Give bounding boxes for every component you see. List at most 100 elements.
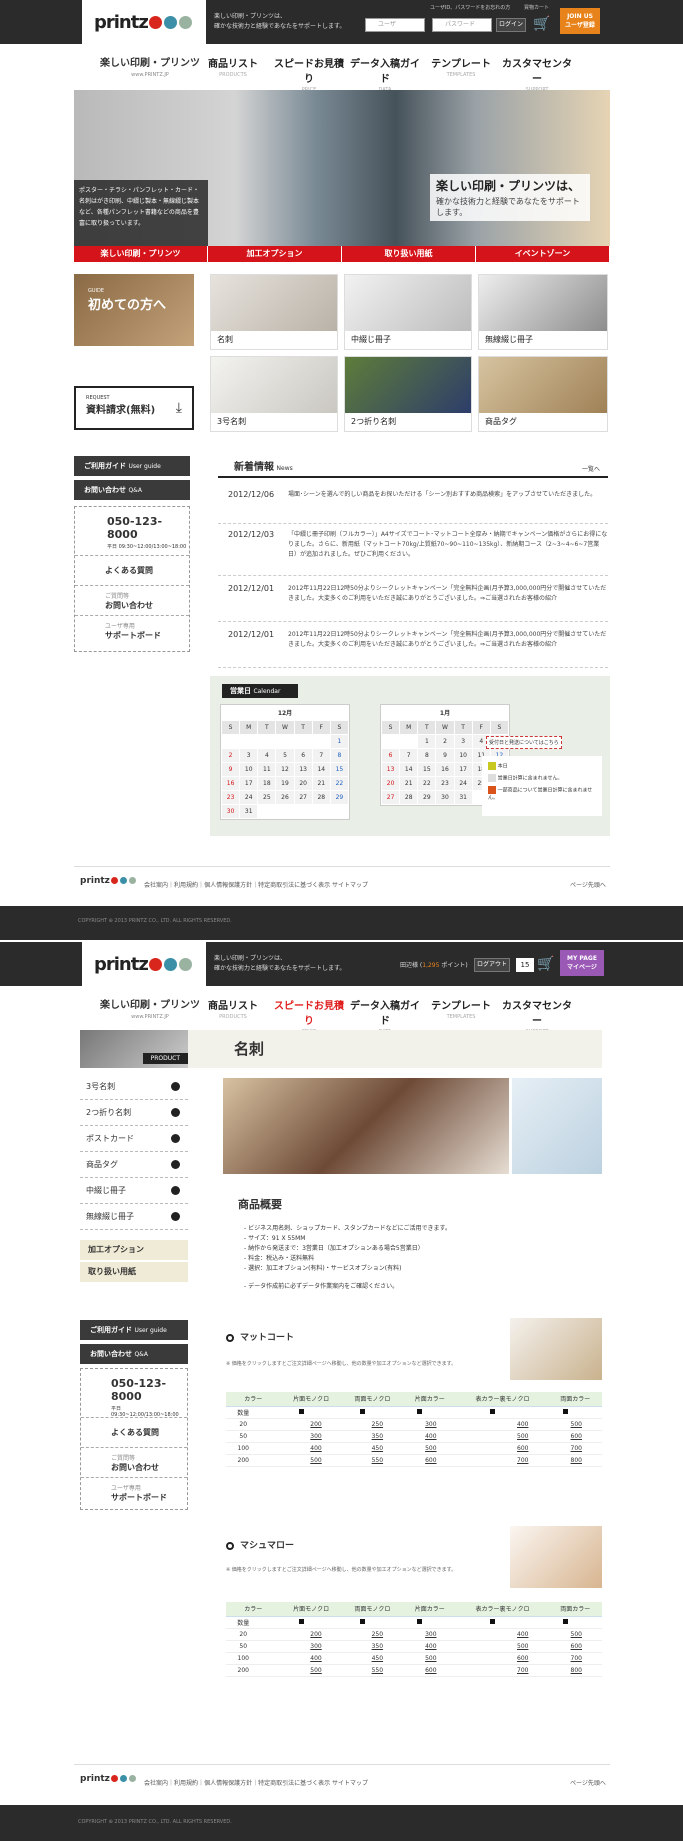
price-link[interactable]: 500 [403, 1652, 457, 1665]
price-link[interactable]: 500 [456, 1430, 549, 1443]
price-link[interactable]: 500 [456, 1640, 549, 1653]
price-link[interactable]: 400 [403, 1640, 457, 1653]
logo-2[interactable]: printz [82, 942, 206, 986]
guide-button[interactable]: ご利用ガイド User guide [74, 456, 190, 476]
product-tile[interactable]: 商品タグ [478, 356, 608, 432]
news-text[interactable]: 2012年11月22日12時50分よりシークレットキャンペーン「完全無料企画(月… [288, 584, 608, 621]
nav-templates[interactable]: テンプレート TEMPLATES [423, 55, 499, 93]
footer-link[interactable]: 特定商取引法に基づく表示 [258, 882, 330, 889]
price-link[interactable]: 400 [456, 1418, 549, 1431]
price-link[interactable]: 700 [456, 1664, 549, 1677]
contact-button[interactable]: お問い合わせ Q&A [74, 480, 190, 500]
price-link[interactable]: 500 [548, 1418, 602, 1431]
price-link[interactable]: 600 [403, 1664, 457, 1677]
price-link[interactable]: 700 [456, 1454, 549, 1467]
nav-price[interactable]: スピードお見積りPRICE [271, 55, 347, 93]
price-link[interactable]: 200 [280, 1628, 342, 1641]
price-link[interactable]: 600 [548, 1640, 602, 1653]
price-link[interactable]: 400 [280, 1652, 342, 1665]
back-to-top-2[interactable]: ページ先頭へ [570, 1778, 606, 1787]
brand-nav[interactable]: 楽しい印刷・プリンツ www.PRINTZ.JP [100, 54, 200, 78]
category-item[interactable]: 2つ折り名刺 [80, 1100, 188, 1126]
contact-button-2[interactable]: お問い合わせ Q&A [80, 1344, 188, 1364]
faq-link[interactable]: よくある質問 [81, 1417, 187, 1447]
price-link[interactable]: 500 [280, 1454, 342, 1467]
footer-link[interactable]: 個人情報保護方針 [204, 882, 252, 889]
password-input[interactable]: パスワード [432, 18, 492, 32]
category-item[interactable]: ポストカード [80, 1126, 188, 1152]
footer-link[interactable]: サイトマップ [332, 1780, 368, 1787]
back-to-top[interactable]: ページ先頭へ [570, 880, 606, 889]
price-link[interactable]: 600 [456, 1652, 549, 1665]
inquiry-link[interactable]: ご質問等 お問い合わせ [75, 585, 189, 615]
cart-icon-2[interactable]: 🛒 [537, 956, 554, 972]
user-input[interactable]: ユーザ [365, 18, 425, 32]
logout-button[interactable]: ログアウト [474, 958, 510, 972]
price-link[interactable]: 550 [341, 1454, 404, 1467]
nav-support[interactable]: カスタマセンターSUPPORT [499, 55, 575, 93]
product-tile[interactable]: 2つ折り名刺 [344, 356, 472, 432]
news-more-link[interactable]: 一覧へ [582, 464, 600, 473]
price-link[interactable]: 500 [403, 1442, 457, 1455]
inquiry-link[interactable]: ご質問等 お問い合わせ [81, 1447, 187, 1477]
hero-tab-paper[interactable]: 取り扱い用紙 [342, 246, 476, 262]
join-button[interactable]: JOIN US ユーザ登録 [560, 8, 600, 34]
footer-logo[interactable]: printz [80, 876, 136, 886]
price-link[interactable]: 250 [341, 1628, 404, 1641]
price-link[interactable]: 500 [548, 1628, 602, 1641]
footer-link[interactable]: 会社案内 [144, 1780, 168, 1787]
footer-link[interactable]: 会社案内 [144, 882, 168, 889]
cart-icon[interactable]: 🛒 [533, 16, 550, 32]
price-link[interactable]: 550 [341, 1664, 404, 1677]
news-text[interactable]: 場面･シーンを選んで的しい商品をお探いただける「シーン別おすすめ商品検索」をアッ… [288, 490, 608, 523]
product-tile[interactable]: 名刺 [210, 274, 338, 350]
faq-link[interactable]: よくある質問 [75, 555, 189, 585]
shipping-note[interactable]: 受付日と発送についてはこちら [486, 736, 562, 749]
price-link[interactable]: 450 [341, 1652, 404, 1665]
price-link[interactable]: 400 [280, 1442, 342, 1455]
paper-link[interactable]: 取り扱い用紙 [80, 1262, 188, 1282]
footer-logo-2[interactable]: printz [80, 1774, 136, 1784]
price-link[interactable]: 300 [280, 1640, 342, 1653]
guide-banner[interactable]: GUIDE 初めての方へ [74, 274, 194, 346]
brand-nav-2[interactable]: 楽しい印刷・プリンツ www.PRINTZ.JP [100, 996, 200, 1020]
price-link[interactable]: 200 [280, 1418, 342, 1431]
price-link[interactable]: 250 [341, 1418, 404, 1431]
price-link[interactable]: 600 [456, 1442, 549, 1455]
price-link[interactable]: 300 [403, 1628, 457, 1641]
category-item[interactable]: 商品タグ [80, 1152, 188, 1178]
overview-note[interactable]: - データ作成前に必ずデータ作業案内をご確認ください。 [244, 1282, 451, 1292]
footer-link[interactable]: 利用規約 [174, 1780, 198, 1787]
footer-link[interactable]: 特定商取引法に基づく表示 [258, 1780, 330, 1787]
request-button[interactable]: REQUEST 資料請求(無料) ⤓ [74, 386, 194, 430]
login-hint[interactable]: ユーザID、パスワードをお忘れの方 [430, 4, 510, 11]
product-tile[interactable]: 無線綴じ冊子 [478, 274, 608, 350]
cart-count[interactable]: 15 [516, 958, 534, 972]
price-link[interactable]: 800 [548, 1454, 602, 1467]
price-link[interactable]: 500 [280, 1664, 342, 1677]
option-link[interactable]: 加工オプション [80, 1240, 188, 1260]
nav-products[interactable]: 商品リスト PRODUCTS [195, 55, 271, 93]
price-link[interactable]: 300 [403, 1418, 457, 1431]
category-item[interactable]: 3号名刺 [80, 1074, 188, 1100]
product-tile[interactable]: 中綴じ冊子 [344, 274, 472, 350]
footer-link[interactable]: サイトマップ [332, 882, 368, 889]
footer-link[interactable]: 利用規約 [174, 882, 198, 889]
price-link[interactable]: 450 [341, 1442, 404, 1455]
product-tile[interactable]: 3号名刺 [210, 356, 338, 432]
price-link[interactable]: 350 [341, 1430, 404, 1443]
price-link[interactable]: 400 [456, 1628, 549, 1641]
logo[interactable]: printz [82, 0, 206, 44]
footer-link[interactable]: 個人情報保護方針 [204, 1780, 252, 1787]
login-button[interactable]: ログイン [496, 18, 526, 32]
price-link[interactable]: 300 [280, 1430, 342, 1443]
price-link[interactable]: 700 [548, 1442, 602, 1455]
price-link[interactable]: 700 [548, 1652, 602, 1665]
news-text[interactable]: 「中綴じ冊子印刷（フルカラー）」A4サイズでコート･マットコート全厚み・納期でキ… [288, 530, 608, 575]
hero-tab-options[interactable]: 加工オプション [208, 246, 342, 262]
hero-tab-printz[interactable]: 楽しい印刷・プリンツ [74, 246, 208, 262]
category-item[interactable]: 中綴じ冊子 [80, 1178, 188, 1204]
hero-tab-events[interactable]: イベントゾーン [476, 246, 610, 262]
price-link[interactable]: 600 [548, 1430, 602, 1443]
mypage-button[interactable]: MY PAGE マイページ [560, 950, 604, 976]
